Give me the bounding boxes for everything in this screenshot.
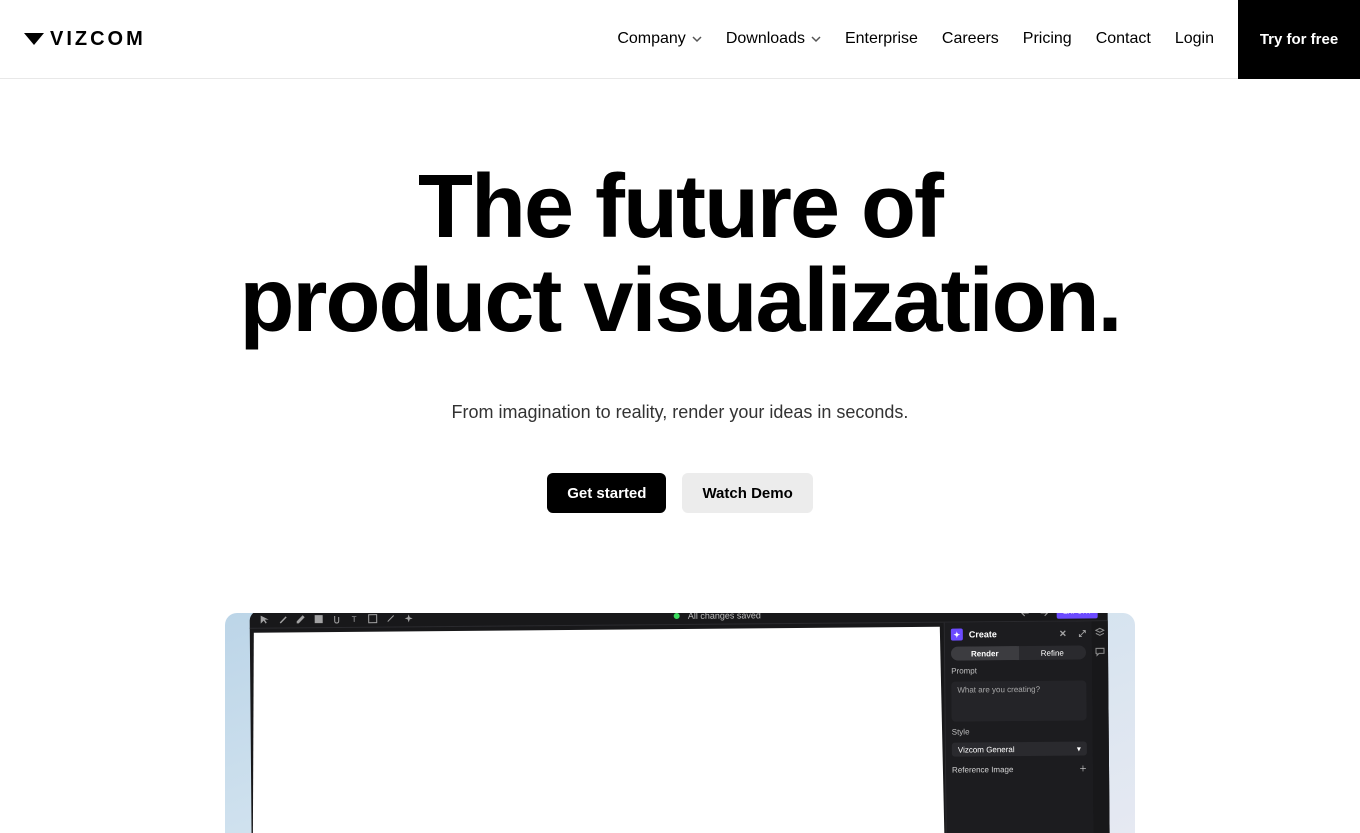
prompt-input[interactable]: What are you creating? (951, 681, 1086, 722)
nav-pricing-label: Pricing (1023, 30, 1072, 48)
prompt-label: Prompt (951, 666, 1086, 676)
segment-render[interactable]: Render (951, 646, 1019, 661)
hero-title-line2: product visualization. (239, 251, 1120, 351)
hero-section: The future of product visualization. Fro… (0, 79, 1360, 513)
nav-company[interactable]: Company (617, 30, 701, 48)
vizcom-logo-icon (24, 29, 44, 49)
reference-image-label: Reference Image (952, 765, 1013, 775)
comment-icon[interactable] (1095, 647, 1105, 657)
app-body: ✦ Create ✕ ⤢ Render Refine Prompt What a… (250, 621, 1111, 833)
app-header: VIZCOM Company Downloads Enterprise Care… (0, 0, 1360, 79)
shape-icon[interactable] (368, 613, 378, 623)
hero-actions: Get started Watch Demo (0, 473, 1360, 513)
expand-icon[interactable]: ⤢ (1079, 628, 1086, 639)
nav-careers[interactable]: Careers (942, 30, 999, 48)
chevron-down-icon: ▾ (1077, 744, 1081, 753)
nav-enterprise[interactable]: Enterprise (845, 30, 918, 48)
app-canvas[interactable] (252, 627, 946, 833)
nav-downloads-label: Downloads (726, 30, 805, 48)
hero-title-line1: The future of (418, 157, 942, 257)
try-free-label: Try for free (1260, 31, 1338, 48)
gradient-icon[interactable] (314, 614, 324, 624)
eyedropper-icon[interactable] (386, 613, 396, 623)
plus-icon: ＋ (1079, 763, 1087, 774)
pen-icon[interactable] (278, 614, 288, 624)
nav-downloads[interactable]: Downloads (726, 30, 821, 48)
export-button[interactable]: EXPORT (1057, 613, 1098, 618)
cursor-icon[interactable] (260, 614, 270, 624)
segment-refine-label: Refine (1041, 648, 1064, 657)
sparkle-icon[interactable] (404, 613, 414, 623)
right-rail (1092, 621, 1111, 833)
layers-icon[interactable] (1095, 627, 1105, 637)
style-label: Style (952, 727, 1087, 737)
status-saved-label: All changes saved (688, 613, 761, 620)
titlebar-left-tools: T (260, 613, 414, 624)
export-label: EXPORT (1063, 613, 1092, 616)
hero-title: The future of product visualization. (0, 161, 1360, 348)
chevron-down-icon (811, 34, 821, 44)
get-started-button[interactable]: Get started (547, 473, 666, 513)
redo-icon[interactable] (1039, 613, 1049, 617)
nav-contact-label: Contact (1096, 30, 1151, 48)
pencil-icon[interactable] (296, 614, 306, 624)
create-panel: ✦ Create ✕ ⤢ Render Refine Prompt What a… (944, 622, 1095, 833)
svg-text:T: T (352, 615, 357, 624)
undo-icon[interactable] (1021, 613, 1031, 618)
watch-demo-label: Watch Demo (702, 485, 792, 502)
create-panel-title: Create (969, 629, 997, 639)
nav-login-label: Login (1175, 30, 1214, 48)
watch-demo-button[interactable]: Watch Demo (682, 473, 812, 513)
nav-contact[interactable]: Contact (1096, 30, 1151, 48)
brand-logo[interactable]: VIZCOM (24, 27, 146, 51)
hero-subtitle: From imagination to reality, render your… (0, 402, 1360, 423)
product-screenshot-stage: T All changes saved EXPORT (225, 613, 1135, 833)
sparkle-icon: ✦ (951, 629, 963, 641)
segment-render-label: Render (971, 649, 999, 658)
nav-pricing[interactable]: Pricing (1023, 30, 1072, 48)
try-free-button[interactable]: Try for free (1238, 0, 1360, 79)
nav-careers-label: Careers (942, 30, 999, 48)
mode-segmented-control: Render Refine (951, 646, 1086, 661)
brand-logo-text: VIZCOM (50, 28, 146, 51)
status-saved-icon (674, 613, 680, 619)
nav-company-label: Company (617, 30, 685, 48)
primary-nav: Company Downloads Enterprise Careers Pri… (617, 30, 1214, 48)
style-dropdown[interactable]: Vizcom General ▾ (952, 742, 1087, 757)
hand-icon[interactable] (332, 614, 342, 624)
close-icon[interactable]: ✕ (1059, 628, 1067, 639)
product-app-window: T All changes saved EXPORT (250, 613, 1111, 833)
get-started-label: Get started (567, 485, 646, 502)
text-icon[interactable]: T (350, 613, 360, 623)
nav-login[interactable]: Login (1175, 30, 1214, 48)
style-dropdown-value: Vizcom General (958, 745, 1015, 754)
segment-refine[interactable]: Refine (1018, 646, 1086, 661)
chevron-down-icon (692, 34, 702, 44)
nav-enterprise-label: Enterprise (845, 30, 918, 48)
